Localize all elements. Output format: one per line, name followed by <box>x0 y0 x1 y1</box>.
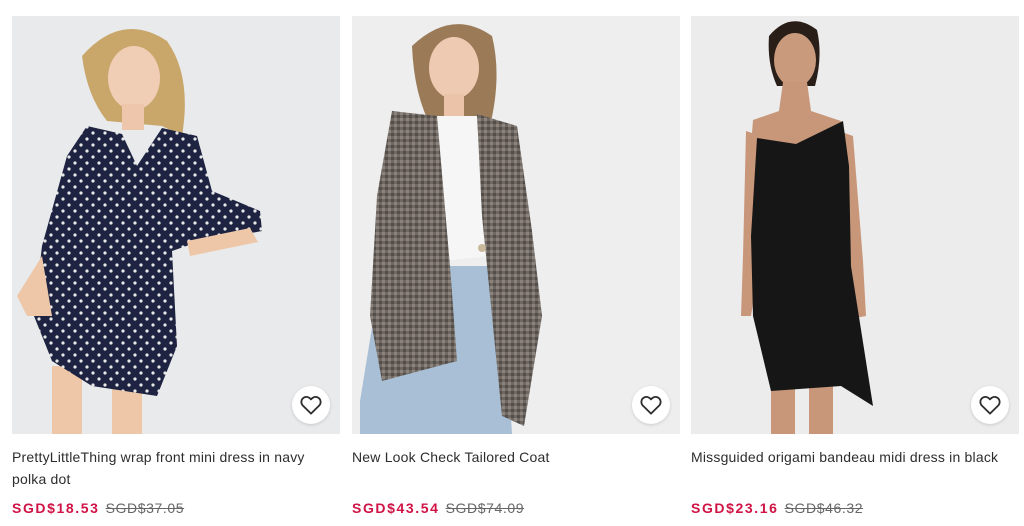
product-card: Missguided origami bandeau midi dress in… <box>691 16 1019 516</box>
product-image[interactable] <box>12 16 340 434</box>
save-for-later-button[interactable] <box>632 386 670 424</box>
product-prices: SGD$23.16 SGD$46.32 <box>691 498 863 518</box>
save-for-later-button[interactable] <box>971 386 1009 424</box>
product-title-link[interactable]: Missguided origami bandeau midi dress in… <box>691 446 1019 468</box>
original-price: SGD$74.09 <box>445 500 525 516</box>
product-image[interactable] <box>352 16 680 434</box>
product-card: New Look Check Tailored Coat SGD$43.54 SG… <box>352 16 680 516</box>
heart-outline-icon <box>640 395 662 415</box>
original-price: SGD$37.05 <box>105 500 185 516</box>
heart-outline-icon <box>300 395 322 415</box>
sale-price: SGD$43.54 <box>352 500 440 516</box>
product-prices: SGD$43.54 SGD$74.09 <box>352 498 524 518</box>
product-photo-polka-dress <box>12 16 340 434</box>
save-for-later-button[interactable] <box>292 386 330 424</box>
product-grid: PrettyLittleThing wrap front mini dress … <box>0 0 1024 526</box>
original-price: SGD$46.32 <box>784 500 864 516</box>
product-title-link[interactable]: New Look Check Tailored Coat <box>352 446 680 468</box>
product-title-link[interactable]: PrettyLittleThing wrap front mini dress … <box>12 446 340 490</box>
heart-outline-icon <box>979 395 1001 415</box>
product-photo-bandeau-dress <box>691 16 1019 434</box>
product-photo-check-coat <box>352 16 680 434</box>
product-prices: SGD$18.53 SGD$37.05 <box>12 498 184 518</box>
sale-price: SGD$18.53 <box>12 500 100 516</box>
product-card: PrettyLittleThing wrap front mini dress … <box>12 16 340 516</box>
product-image[interactable] <box>691 16 1019 434</box>
sale-price: SGD$23.16 <box>691 500 779 516</box>
